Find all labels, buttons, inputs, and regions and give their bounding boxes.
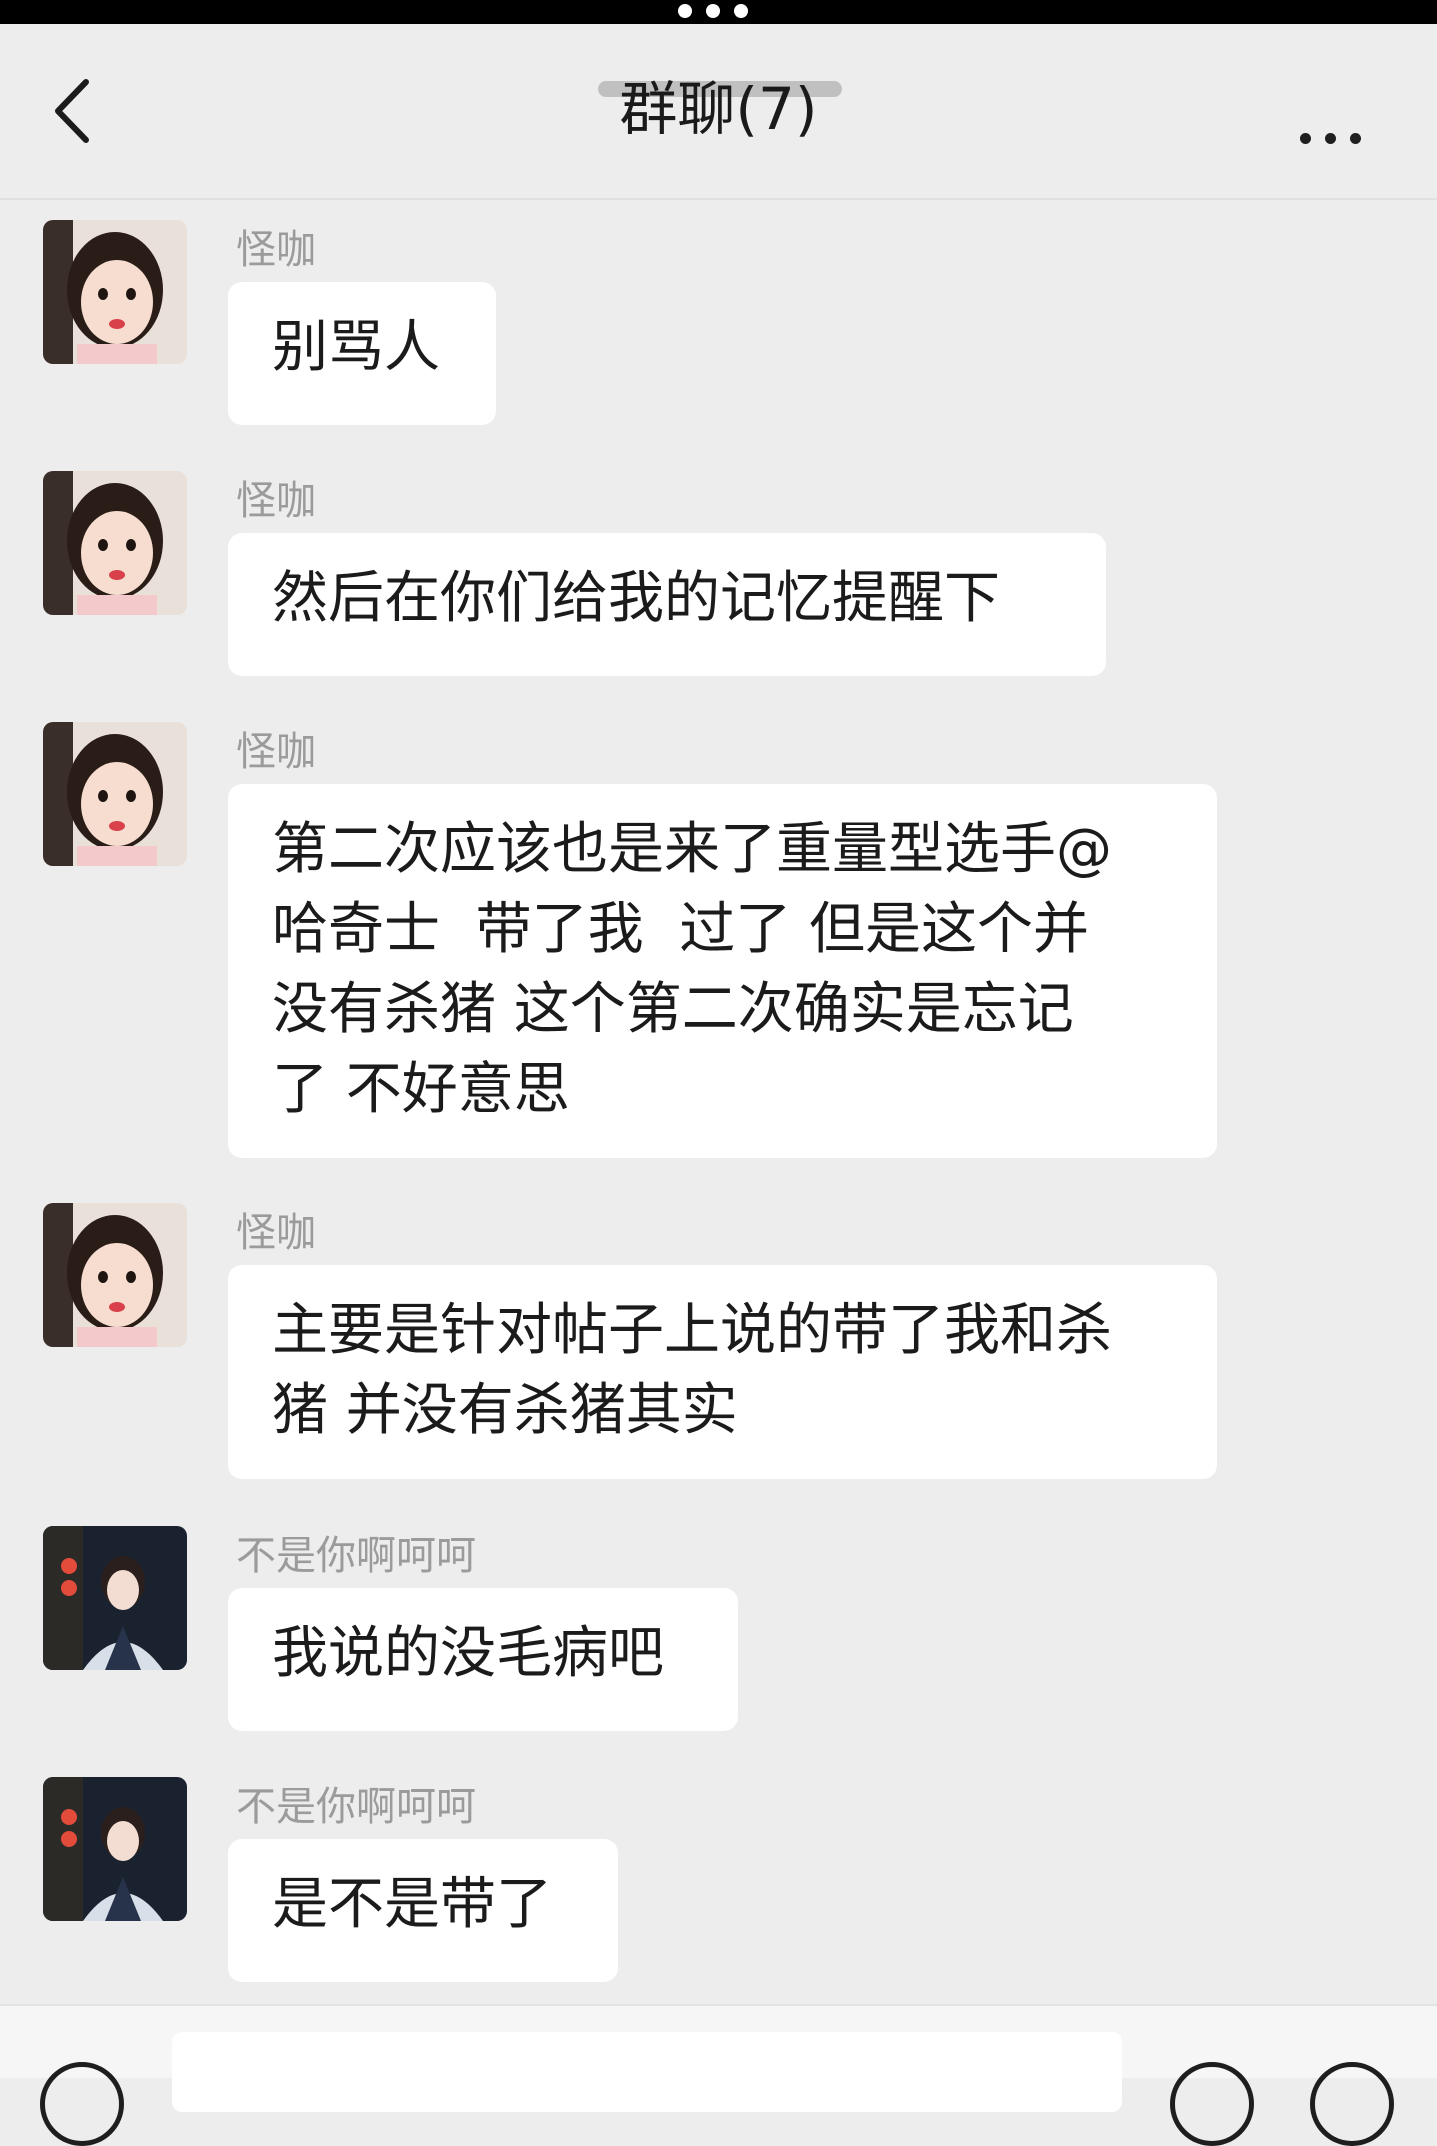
avatar[interactable] [43, 1777, 187, 1921]
girl-avatar-icon [43, 471, 187, 615]
top-status-bar [0, 0, 1437, 24]
avatar[interactable] [43, 722, 187, 866]
sender-name: 怪咖 [236, 227, 316, 273]
more-dots-icon[interactable] [1300, 108, 1372, 168]
sender-name: 不是你啊呵呵 [236, 1784, 476, 1830]
top-handle-dots [678, 4, 748, 20]
boy-avatar-icon [43, 1777, 187, 1921]
message-bubble[interactable]: 主要是针对帖子上说的带了我和杀 猪 并没有杀猪其实 [228, 1265, 1217, 1479]
sender-name: 怪咖 [236, 1210, 316, 1256]
plus-icon[interactable] [1310, 2062, 1394, 2146]
girl-avatar-icon [43, 722, 187, 866]
avatar[interactable] [43, 1526, 187, 1670]
girl-avatar-icon [43, 220, 187, 364]
message-bubble[interactable]: 我说的没毛病吧 [228, 1588, 738, 1731]
girl-avatar-icon [43, 1203, 187, 1347]
voice-icon[interactable] [40, 2062, 124, 2146]
input-bar [0, 2004, 1437, 2146]
avatar[interactable] [43, 1203, 187, 1347]
chat-header: 群聊(7) [0, 24, 1437, 200]
sender-name: 怪咖 [236, 478, 316, 524]
avatar[interactable] [43, 220, 187, 364]
message-bubble[interactable]: 第二次应该也是来了重量型选手@ 哈奇士 带了我 过了 但是这个并 没有杀猪 这个… [228, 784, 1217, 1158]
message-bubble[interactable]: 然后在你们给我的记忆提醒下 [228, 533, 1106, 676]
sender-name: 怪咖 [236, 729, 316, 775]
message-bubble[interactable]: 是不是带了 [228, 1839, 618, 1982]
message-input[interactable] [172, 2032, 1122, 2112]
sender-name: 不是你啊呵呵 [236, 1533, 476, 1579]
boy-avatar-icon [43, 1526, 187, 1670]
avatar[interactable] [43, 471, 187, 615]
chat-title: 群聊(7) [619, 75, 818, 143]
message-bubble[interactable]: 别骂人 [228, 282, 496, 425]
emoji-icon[interactable] [1170, 2062, 1254, 2146]
